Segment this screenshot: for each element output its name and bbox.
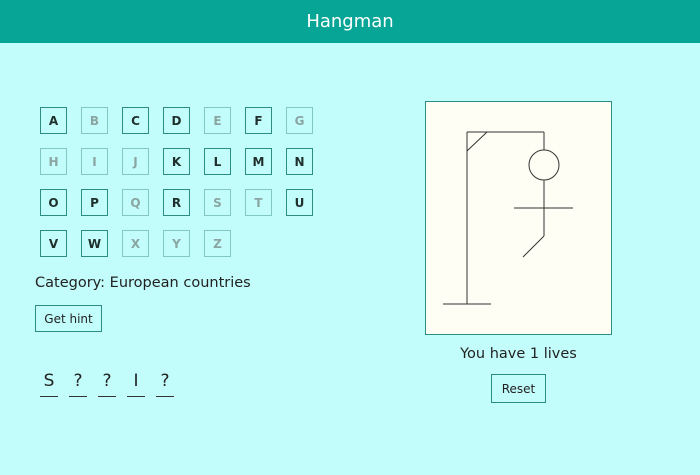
letter-key-f[interactable]: F	[245, 107, 272, 134]
letter-key-d[interactable]: D	[163, 107, 190, 134]
hangman-left-leg	[522, 235, 545, 258]
lives-remaining-text: You have 1 lives	[460, 346, 577, 362]
letter-key-o[interactable]: O	[40, 189, 67, 216]
app-header: Hangman	[0, 0, 700, 43]
letter-key-z[interactable]: Z	[204, 230, 231, 257]
letter-key-y[interactable]: Y	[163, 230, 190, 257]
letter-key-v[interactable]: V	[40, 230, 67, 257]
letter-key-s[interactable]: S	[204, 189, 231, 216]
letter-key-j[interactable]: J	[122, 148, 149, 175]
reset-button[interactable]: Reset	[491, 374, 546, 403]
letter-key-p[interactable]: P	[81, 189, 108, 216]
letter-key-q[interactable]: Q	[122, 189, 149, 216]
letter-key-t[interactable]: T	[245, 189, 272, 216]
letter-key-u[interactable]: U	[286, 189, 313, 216]
get-hint-button[interactable]: Get hint	[35, 305, 102, 332]
word-letter-slot: I	[127, 366, 145, 397]
word-letter-slot: ?	[156, 366, 174, 397]
letter-key-n[interactable]: N	[286, 148, 313, 175]
category-label: Category: European countries	[35, 275, 251, 291]
letter-key-h[interactable]: H	[40, 148, 67, 175]
hangman-drawing	[443, 131, 573, 305]
letter-key-w[interactable]: W	[81, 230, 108, 257]
letter-key-e[interactable]: E	[204, 107, 231, 134]
letter-key-i[interactable]: I	[81, 148, 108, 175]
letter-key-x[interactable]: X	[122, 230, 149, 257]
word-letter-slot: ?	[69, 366, 87, 397]
hangman-head	[528, 149, 560, 181]
word-letter-slot: S	[40, 366, 58, 397]
letter-key-m[interactable]: M	[245, 148, 272, 175]
letter-key-r[interactable]: R	[163, 189, 190, 216]
letter-key-a[interactable]: A	[40, 107, 67, 134]
letter-key-l[interactable]: L	[204, 148, 231, 175]
letter-key-g[interactable]: G	[286, 107, 313, 134]
hangman-board	[425, 101, 612, 335]
word-letter-slot: ?	[98, 366, 116, 397]
gallows-brace	[466, 131, 488, 152]
letter-key-c[interactable]: C	[122, 107, 149, 134]
letter-key-b[interactable]: B	[81, 107, 108, 134]
letter-key-k[interactable]: K	[163, 148, 190, 175]
app-title: Hangman	[306, 11, 394, 32]
